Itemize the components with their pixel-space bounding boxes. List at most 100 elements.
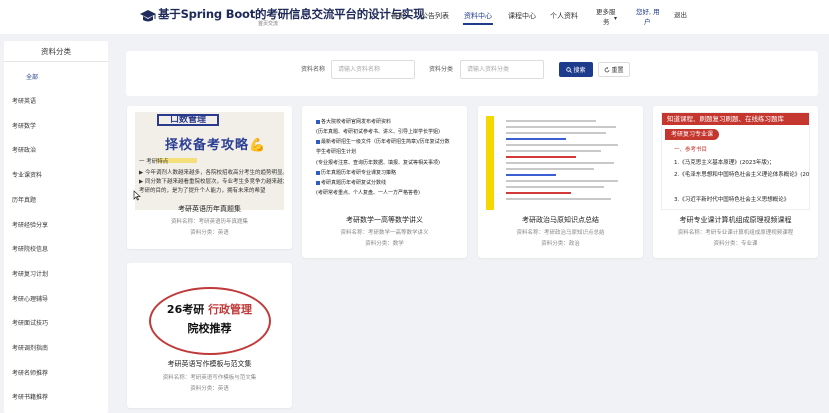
category-label: 资料分类 — [429, 66, 454, 73]
card-thumbnail — [486, 112, 635, 210]
thumb-text-line — [506, 150, 601, 152]
thumb-line: 历年真题历年考研专业课复习策略 — [316, 169, 396, 176]
card-material-name: 资料名称：考研英语写作模板与范文集 — [162, 375, 257, 381]
sidebar-heading: 资料分类 — [41, 47, 71, 56]
card-title: 考研英语历年真题集 — [178, 205, 241, 213]
card-material-category: 资料分类：英语 — [190, 230, 229, 236]
thumb-text-line — [506, 144, 618, 146]
material-card[interactable]: 26考研 行政管理 院校推荐 考研英语写作模板与范文集 资料名称：考研英语写作模… — [127, 263, 292, 408]
category-search-input[interactable] — [460, 60, 544, 79]
nav-active-indicator — [463, 23, 493, 25]
thumb-note: 考研的目的，是为了提升个人能力，拥有未来的希望 — [139, 188, 266, 194]
name-label: 资料名称 — [301, 66, 326, 73]
material-card[interactable]: 考研政治马原知识点总结 资料名称：考研政治马原知识点总结 资料分类：政治 — [478, 106, 643, 258]
sidebar-item-english[interactable]: 考研英语 — [12, 96, 36, 105]
sidebar-item-politics[interactable]: 考研政治 — [12, 145, 36, 154]
more-services-label-1: 更多服 — [596, 8, 616, 16]
thumb-line: 考研真题历年考研复试分数线 — [316, 179, 386, 186]
card-title: 考研政治马原知识点总结 — [522, 216, 599, 224]
thumb-text-line — [506, 120, 596, 122]
top-header: 基于Spring Boot的考研信息交流平台的设计与实现 首页交流 首页 公告列… — [0, 0, 829, 34]
category-sidebar: 资料分类 全部 考研英语 考研数学 考研政治 专业课资料 历年真题 考研经验分享… — [4, 41, 108, 413]
card-material-name: 资料名称：考研专业课计算机组成原理视频课程 — [677, 230, 794, 236]
sidebar-item-all[interactable]: 全部 — [26, 72, 38, 81]
thumb-note: 一 考研特点 — [139, 159, 169, 165]
thumb-text-line — [506, 168, 594, 170]
thumb-text-line — [506, 180, 618, 182]
thumb-line: 最新考研招生一级文件（历年考研招生简章)/历年复试分数 — [316, 138, 450, 145]
thumb-line: 2.《毛泽东思想和中国特色社会主义理论体系概论》(2023年版)； — [674, 172, 810, 178]
card-material-category: 资料分类：英语 — [190, 386, 229, 392]
graduation-cap-icon — [140, 10, 156, 22]
sidebar-item-interview[interactable]: 考研面试技巧 — [12, 318, 48, 327]
thumb-yellow-bar — [486, 116, 494, 210]
sidebar-item-transfer[interactable]: 考研调剂指南 — [12, 343, 48, 352]
thumb-text-line — [506, 126, 616, 128]
sidebar-item-math[interactable]: 考研数学 — [12, 121, 36, 130]
nav-courses[interactable]: 课程中心 — [508, 11, 536, 21]
card-thumbnail: 口数管理 择校备考攻略💪 一 考研特点 ▶ 今年调剂人数越来越多，各院校招收高分… — [135, 112, 284, 210]
sidebar-item-experience[interactable]: 考研经验分享 — [12, 220, 48, 229]
card-material-name: 资料名称：考研政治马原知识点总结 — [516, 230, 605, 236]
thumb-text-line — [506, 132, 606, 134]
material-card[interactable]: 口数管理 择校备考攻略💪 一 考研特点 ▶ 今年调剂人数越来越多，各院校招收高分… — [127, 106, 292, 249]
blue-square-icon — [316, 180, 320, 185]
thumb-line: 院校推荐 — [187, 322, 232, 335]
thumb-text-line — [506, 162, 614, 164]
sidebar-item-counseling[interactable]: 考研心理辅导 — [12, 294, 48, 303]
sidebar-item-teachers[interactable]: 考研名师推荐 — [12, 368, 48, 377]
card-material-category: 资料分类：专业课 — [713, 241, 758, 247]
nav-profile[interactable]: 个人资料 — [550, 11, 578, 21]
user-greeting-line-2: 户 — [644, 18, 651, 26]
thumb-line: 学生考研招生计划 — [316, 149, 357, 155]
material-card[interactable]: 各大院校考研官网发布考研资料 (历年真题、考研初试参考书、讲义、引导上岸学长学姐… — [302, 106, 467, 258]
thumb-line: 26考研 行政管理 — [166, 303, 253, 316]
thumb-line: 3.《习近平新时代中国特色社会主义思想概论》 — [674, 197, 790, 203]
sidebar-item-school-info[interactable]: 考研院校信息 — [12, 244, 48, 253]
search-panel: 资料名称 资料分类 搜索 重置 — [126, 51, 818, 96]
reset-button[interactable]: 重置 — [598, 62, 630, 77]
name-search-input[interactable] — [331, 60, 415, 79]
sidebar-item-books[interactable]: 考研书籍推荐 — [12, 392, 48, 401]
card-thumbnail: 知道课程、刷题复习刷题、在线练习题库 考研复习专业课 一、参考书目 1.《马克思… — [661, 112, 810, 210]
nav-announcements[interactable]: 公告列表 — [421, 11, 449, 21]
user-greeting-line-1: 您好, 用 — [636, 8, 660, 16]
card-material-name: 资料名称：考研英语历年真题集 — [170, 219, 248, 225]
thumb-line: (专业报考注意、查询历年数据、填报、复试等相关事项) — [316, 160, 440, 166]
card-material-category: 资料分类：政治 — [541, 241, 580, 247]
search-button[interactable]: 搜索 — [559, 62, 593, 77]
mouse-cursor-icon — [133, 190, 141, 201]
thumb-text-line — [506, 198, 611, 200]
card-title: 考研英语写作模板与范文集 — [167, 360, 252, 368]
sidebar-item-major[interactable]: 专业课资料 — [12, 170, 42, 179]
nav-materials[interactable]: 资料中心 — [464, 11, 492, 21]
thumb-heading: 一、参考书目 — [674, 147, 708, 153]
more-services-label-2: 务 — [603, 18, 610, 26]
sidebar-item-past-papers[interactable]: 历年真题 — [12, 195, 36, 204]
nav-home[interactable]: 首页 — [391, 11, 405, 21]
search-icon — [566, 66, 573, 73]
thumb-boxed-heading: 口数管理 — [157, 114, 219, 126]
card-title: 考研专业课计算机组成原理视频课程 — [679, 216, 792, 224]
blue-square-icon — [316, 139, 320, 144]
search-button-label: 搜索 — [573, 67, 586, 74]
thumb-text-line — [506, 186, 604, 188]
card-title: 考研数学一高等数学讲义 — [346, 216, 423, 224]
thumb-text-line — [506, 174, 556, 176]
reset-button-label: 重置 — [611, 67, 624, 74]
thumb-text-line — [506, 138, 566, 140]
material-card[interactable]: 知道课程、刷题复习刷题、在线练习题库 考研复习专业课 一、参考书目 1.《马克思… — [653, 106, 818, 258]
logout-link[interactable]: 退出 — [674, 9, 687, 19]
thumb-note: ▶ 今年调剂人数越来越多，各院校招收高分考生的趋势明显。 — [139, 170, 284, 176]
card-material-category: 资料分类：数学 — [365, 241, 404, 247]
blue-square-icon — [316, 170, 320, 175]
thumb-text-line — [506, 192, 571, 194]
sidebar-divider — [4, 61, 108, 62]
sidebar-item-study-plan[interactable]: 考研复习计划 — [12, 269, 48, 278]
site-subtitle: 首页交流 — [258, 21, 279, 27]
card-thumbnail: 26考研 行政管理 院校推荐 — [135, 269, 284, 367]
refresh-icon — [605, 66, 610, 72]
card-material-name: 资料名称：考研数学一高等数学讲义 — [340, 230, 429, 236]
thumb-big-text: 择校备考攻略💪 — [165, 138, 267, 153]
thumb-line: (考研常考重点、个人复盘、一人一方严格答卷) — [316, 190, 420, 196]
